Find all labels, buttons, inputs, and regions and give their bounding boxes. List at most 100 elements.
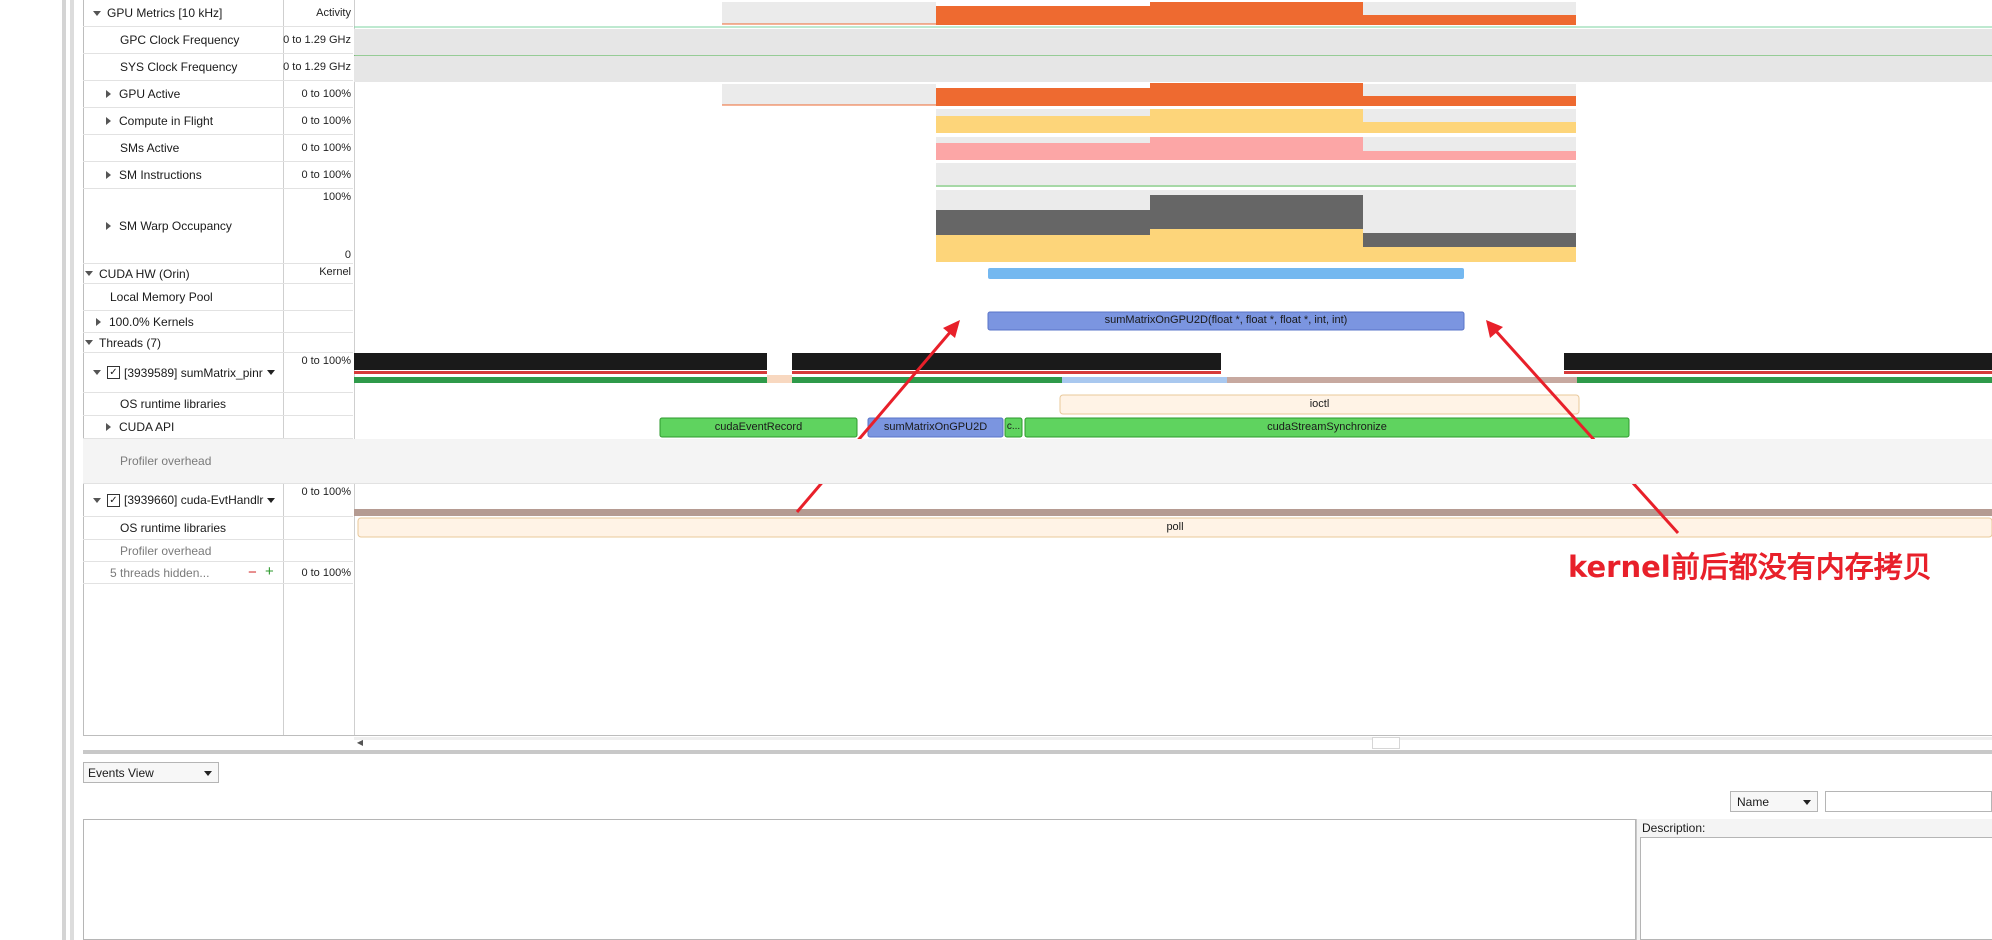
- expand-icon[interactable]: [106, 90, 111, 98]
- minus-icon[interactable]: −: [248, 564, 257, 581]
- row-label: GPU Active: [119, 87, 181, 101]
- sms-bar: [936, 143, 1150, 160]
- description-panel: Description:: [1636, 819, 1992, 940]
- thread1-peach: [767, 375, 792, 383]
- row-profiler-overhead-1[interactable]: Profiler overhead: [83, 439, 1992, 484]
- panel-splitter[interactable]: [83, 750, 1992, 754]
- row-label: GPU Metrics [10 kHz]: [107, 6, 223, 20]
- row-sys-clock[interactable]: SYS Clock Frequency 0 to 1.29 GHz: [83, 54, 353, 81]
- row-gpu-active[interactable]: GPU Active 0 to 100%: [83, 81, 353, 108]
- row-scale: 0 to 100%: [301, 88, 351, 100]
- sm-instr-bg: [936, 163, 1576, 187]
- hw-kernel-bar: [988, 268, 1464, 279]
- row-label: SMs Active: [120, 141, 180, 155]
- events-table[interactable]: [83, 819, 1636, 940]
- thread1-red: [1564, 371, 1992, 374]
- compute-bar: [936, 116, 1150, 133]
- row-local-memory-pool[interactable]: Local Memory Pool: [83, 284, 353, 311]
- activity-bar: [936, 6, 1150, 25]
- collapse-icon[interactable]: [93, 10, 101, 16]
- thread1-activity: [792, 353, 1221, 370]
- row-profiler-overhead-2[interactable]: Profiler overhead: [83, 540, 353, 562]
- thread1-activity: [354, 353, 767, 370]
- name-select-value: Name: [1737, 795, 1770, 809]
- dropdown-icon[interactable]: [266, 370, 275, 375]
- activity-idle-bg: [722, 2, 936, 24]
- expand-icon[interactable]: [106, 222, 111, 230]
- collapse-icon[interactable]: [93, 497, 101, 503]
- gpc-clock-fill: [354, 29, 1992, 55]
- scroll-left-arrow[interactable]: ◀: [354, 737, 366, 749]
- compute-bg: [1363, 109, 1576, 122]
- row-label: 100.0% Kernels: [109, 314, 194, 329]
- row-gpc-clock[interactable]: GPC Clock Frequency 0 to 1.29 GHz: [83, 27, 353, 54]
- row-cuda-hw[interactable]: CUDA HW (Orin) Kernel: [83, 264, 353, 284]
- view-select-value: Events View: [88, 766, 154, 780]
- thread2-activity: [354, 509, 1992, 516]
- name-select[interactable]: Name: [1730, 791, 1818, 812]
- stream-sync-label[interactable]: cudaStreamSynchronize: [1025, 421, 1629, 433]
- warp-gray: [1150, 195, 1363, 229]
- row-sm-instructions[interactable]: SM Instructions 0 to 100%: [83, 162, 353, 189]
- collapse-icon[interactable]: [93, 370, 101, 375]
- search-input[interactable]: [1825, 791, 1992, 812]
- poll-label[interactable]: poll: [358, 521, 1992, 533]
- row-gpu-metrics[interactable]: GPU Metrics [10 kHz] Activity: [83, 0, 353, 27]
- row-label: SM Instructions: [119, 168, 202, 182]
- activity-bar: [1150, 2, 1363, 25]
- expand-icon[interactable]: [96, 317, 101, 326]
- row-os-runtime-1[interactable]: OS runtime libraries: [83, 393, 353, 416]
- row-sms-active[interactable]: SMs Active 0 to 100%: [83, 135, 353, 162]
- small-call-label[interactable]: c...: [1005, 421, 1022, 432]
- gpu-active-bar: [1363, 96, 1576, 106]
- row-threads[interactable]: Threads (7): [83, 333, 353, 353]
- chevron-down-icon: [204, 771, 212, 776]
- plus-icon[interactable]: +: [265, 563, 274, 580]
- row-thread-2[interactable]: ✓ [3939660] cuda-EvtHandlr 0 to 100%: [83, 484, 353, 517]
- thread1-green: [354, 377, 767, 383]
- sum-matrix-launch-label[interactable]: sumMatrixOnGPU2D: [868, 421, 1003, 433]
- row-scale: 0 to 100%: [301, 355, 351, 367]
- row-compute-in-flight[interactable]: Compute in Flight 0 to 100%: [83, 108, 353, 135]
- gpu-active-bg: [722, 84, 936, 105]
- ioctl-label[interactable]: ioctl: [1060, 398, 1579, 410]
- expand-icon[interactable]: [106, 117, 111, 125]
- row-scale: 0 to 100%: [301, 486, 351, 498]
- row-label: [3939589] sumMatrix_pinr: [124, 365, 263, 380]
- sms-bar: [1150, 137, 1363, 160]
- row-cuda-api[interactable]: CUDA API: [83, 416, 353, 439]
- row-sm-warp-occupancy[interactable]: SM Warp Occupancy 100% 0: [83, 189, 353, 264]
- row-os-runtime-2[interactable]: OS runtime libraries: [83, 517, 353, 540]
- row-hidden-threads[interactable]: 5 threads hidden... − + 0 to 100%: [83, 562, 353, 584]
- row-scale: Kernel: [319, 266, 351, 278]
- collapse-icon[interactable]: [85, 340, 93, 345]
- row-scale: 0 to 100%: [301, 115, 351, 127]
- scrollbar-thumb[interactable]: [1372, 737, 1400, 749]
- expand-icon[interactable]: [106, 171, 111, 179]
- collapse-icon[interactable]: [85, 271, 93, 276]
- dropdown-icon[interactable]: [267, 497, 276, 503]
- row-scale: 0 to 100%: [301, 142, 351, 154]
- thread1-green: [1577, 377, 1992, 383]
- row-scale-top: 100%: [322, 191, 351, 203]
- row-kernels[interactable]: 100.0% Kernels: [83, 311, 353, 333]
- row-label: OS runtime libraries: [120, 397, 227, 411]
- thread-checkbox[interactable]: ✓: [107, 366, 120, 379]
- sys-clock-fill: [354, 56, 1992, 82]
- annotation-text: kernel前后都没有内存拷贝: [1568, 550, 1932, 584]
- row-label: [3939660] cuda-EvtHandlr: [124, 493, 264, 507]
- thread-checkbox[interactable]: ✓: [107, 493, 120, 507]
- row-thread-1[interactable]: ✓ [3939589] sumMatrix_pinr 0 to 100%: [83, 353, 353, 393]
- description-box[interactable]: [1640, 837, 1992, 940]
- row-label: 5 threads hidden...: [110, 565, 210, 580]
- expand-icon[interactable]: [106, 423, 111, 431]
- activity-bar: [1363, 15, 1576, 25]
- row-label: GPC Clock Frequency: [120, 33, 240, 47]
- row-label: Profiler overhead: [120, 543, 212, 558]
- cuda-event-record-label[interactable]: cudaEventRecord: [660, 421, 857, 433]
- thread1-hatch: [1227, 377, 1577, 383]
- row-label: Compute in Flight: [119, 114, 214, 128]
- description-label: Description:: [1642, 821, 1706, 835]
- kernel-bar-label[interactable]: sumMatrixOnGPU2D(float *, float *, float…: [988, 314, 1464, 326]
- view-select[interactable]: Events View: [83, 762, 219, 783]
